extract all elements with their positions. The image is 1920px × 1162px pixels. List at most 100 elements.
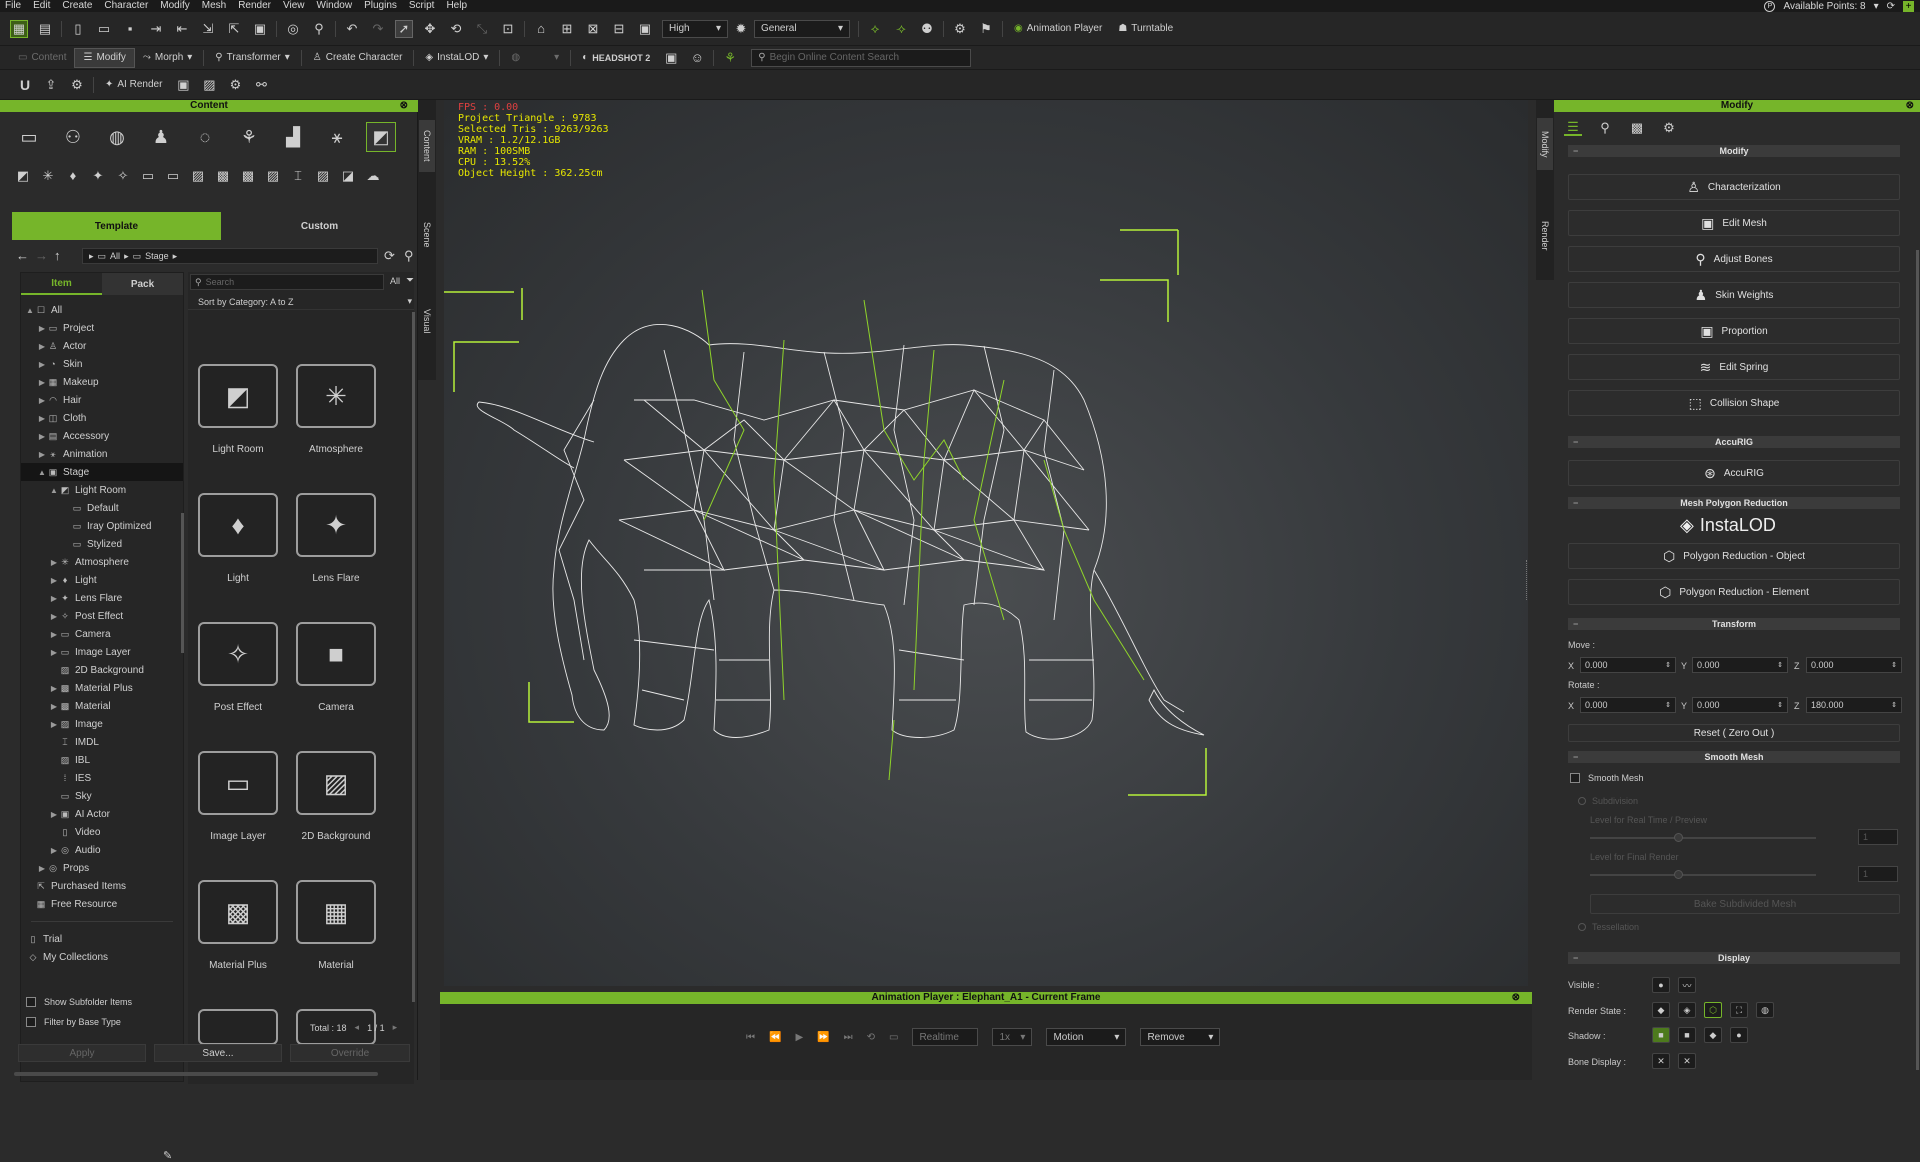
slider-handle[interactable]: [1674, 870, 1683, 879]
expand-arrow-icon[interactable]: ▶: [49, 630, 59, 639]
realtime-dropdown[interactable]: Realtime: [912, 1028, 979, 1046]
render-hidden-icon[interactable]: ◍: [1756, 1002, 1774, 1018]
side-tab-visual[interactable]: Visual: [419, 296, 435, 346]
content-tile[interactable]: ■ Camera: [296, 622, 376, 713]
import-fbx-icon[interactable]: ⇱: [225, 20, 243, 38]
bone-hide-icon[interactable]: ✕: [1678, 1053, 1696, 1069]
redo-icon[interactable]: ↷: [369, 20, 387, 38]
image-sub-icon[interactable]: ▨: [264, 166, 282, 184]
lensflare-sub-icon[interactable]: ✦: [89, 166, 107, 184]
loop-icon[interactable]: ⟲: [867, 1032, 875, 1043]
content-tile[interactable]: ◩ Light Room: [198, 364, 278, 455]
expand-arrow-icon[interactable]: ▶: [49, 810, 59, 819]
substance-button[interactable]: ◍ ▾: [503, 48, 567, 68]
first-frame-icon[interactable]: ⏮: [746, 1032, 755, 1043]
tree-item[interactable]: ▶ ▦ Makeup: [21, 373, 183, 391]
tree-item[interactable]: ▶ ▨ Image: [21, 715, 183, 733]
motion-dropdown[interactable]: Motion ▾: [1046, 1028, 1127, 1046]
menu-window[interactable]: Window: [312, 0, 360, 12]
side-tab-render[interactable]: Render: [1537, 210, 1553, 262]
animation-player-button[interactable]: ◉ Animation Player: [1006, 19, 1110, 39]
materialplus-sub-icon[interactable]: ▩: [214, 166, 232, 184]
settings-icon[interactable]: ⚙: [68, 76, 86, 94]
lightroom-sub-icon[interactable]: ◩: [14, 166, 32, 184]
expand-arrow-icon[interactable]: ▶: [37, 414, 47, 423]
expand-arrow-icon[interactable]: ▶: [49, 846, 59, 855]
menu-script[interactable]: Script: [404, 0, 442, 12]
render-smooth-icon[interactable]: ◆: [1652, 1002, 1670, 1018]
expand-arrow-icon[interactable]: ▶: [37, 864, 47, 873]
filter-base-checkbox[interactable]: [26, 1017, 36, 1027]
expand-arrow-icon[interactable]: ▶: [49, 648, 59, 657]
create-character-button[interactable]: ♙ Create Character: [305, 48, 411, 68]
export-icon[interactable]: ⇥: [147, 20, 165, 38]
hair-category-icon[interactable]: ◌: [190, 122, 220, 152]
range-icon[interactable]: ▭: [889, 1032, 898, 1043]
shadow-cast-icon[interactable]: ■: [1652, 1027, 1670, 1043]
visible-off-icon[interactable]: 〰: [1678, 977, 1696, 993]
reset-zero-button[interactable]: Reset ( Zero Out ): [1568, 724, 1900, 742]
spin-icon[interactable]: ⇕: [1777, 661, 1783, 669]
posteffect-sub-icon[interactable]: ✧: [114, 166, 132, 184]
visible-on-icon[interactable]: ●: [1652, 977, 1670, 993]
section-transform-header[interactable]: − Transform: [1568, 618, 1900, 630]
modify-tool-button[interactable]: ▣ Proportion: [1568, 318, 1900, 344]
app-logo-icon[interactable]: ▦: [10, 19, 28, 38]
filter-icon[interactable]: ⏷: [406, 275, 414, 286]
close-icon[interactable]: ⊗: [400, 100, 408, 112]
play-icon[interactable]: ▶: [795, 1032, 803, 1043]
move-z-field[interactable]: 0.000 ⇕: [1806, 657, 1902, 673]
link-icon[interactable]: ⚯: [252, 76, 270, 94]
expand-arrow-icon[interactable]: ▲: [25, 306, 35, 315]
gear-small-icon[interactable]: ⚙: [226, 76, 244, 94]
headshot-tool-icon[interactable]: ▣: [662, 49, 680, 67]
spin-icon[interactable]: ⇕: [1891, 661, 1897, 669]
tree-item[interactable]: ▶ ⚹ Animation: [21, 445, 183, 463]
actor-category-icon[interactable]: ⚇: [58, 122, 88, 152]
menu-render[interactable]: Render: [233, 0, 278, 12]
tree-item[interactable]: ▭ Stylized: [21, 535, 183, 553]
content-tile[interactable]: ▭ Image Layer: [198, 751, 278, 842]
up-arrow-icon[interactable]: ↑: [54, 248, 61, 263]
tree-item[interactable]: ⁞ IES: [21, 769, 183, 787]
apply-button[interactable]: Apply: [18, 1044, 146, 1062]
upload-icon[interactable]: ⇪: [42, 76, 60, 94]
spin-icon[interactable]: ⇕: [1777, 701, 1783, 709]
tree-item[interactable]: ▶ ♙ Actor: [21, 337, 183, 355]
modify-tool-button[interactable]: ⬚ Collision Shape: [1568, 390, 1900, 416]
expand-arrow-icon[interactable]: ▶: [49, 684, 59, 693]
content-hscrollbar[interactable]: [14, 1072, 378, 1076]
next-frame-icon[interactable]: ⏩: [817, 1032, 829, 1043]
search-icon[interactable]: ⚲: [404, 248, 414, 264]
headshot2-button[interactable]: ◐ HEADSHOT 2: [574, 48, 658, 68]
filter-all-dropdown[interactable]: All: [390, 276, 400, 286]
chevron-down-icon[interactable]: ▾: [1874, 1, 1879, 12]
side-tab-content[interactable]: Content: [419, 120, 435, 172]
tree-item[interactable]: ▦ Free Resource: [21, 895, 183, 913]
modify-tool-button[interactable]: ♟ Skin Weights: [1568, 282, 1900, 308]
fit-view-icon[interactable]: ⊞: [558, 20, 576, 38]
sky-sub-icon[interactable]: ☁: [364, 166, 382, 184]
image-gen-icon[interactable]: ▨: [200, 76, 218, 94]
animation-category-icon[interactable]: ⚹: [322, 122, 352, 152]
menu-edit[interactable]: Edit: [28, 0, 57, 12]
gizmo-icon[interactable]: ⚙: [951, 20, 969, 38]
new-file-icon[interactable]: ▯: [69, 20, 87, 38]
content-tile[interactable]: ✧ Post Effect: [198, 622, 278, 713]
bake-subdivided-button[interactable]: Bake Subdivided Mesh: [1590, 894, 1900, 914]
cloth-category-icon[interactable]: ♟: [146, 122, 176, 152]
section-display-header[interactable]: − Display: [1568, 952, 1900, 964]
refresh-icon[interactable]: ⟳: [384, 248, 395, 264]
show-subfolder-checkbox[interactable]: [26, 997, 36, 1007]
available-points[interactable]: Available Points: 8: [1783, 1, 1865, 12]
menu-view[interactable]: View: [278, 0, 312, 12]
accessory-category-icon[interactable]: ⚘: [234, 122, 264, 152]
spin-icon[interactable]: ⇕: [1665, 661, 1671, 669]
tree-item[interactable]: ▭ Sky: [21, 787, 183, 805]
tree-item[interactable]: ▶ ▭ Project: [21, 319, 183, 337]
content-mode-button[interactable]: ▭ Content: [10, 48, 74, 68]
modify-tool-button[interactable]: ≋ Edit Spring: [1568, 354, 1900, 380]
expand-arrow-icon[interactable]: ▶: [49, 594, 59, 603]
tree-item[interactable]: ▶ ◎ Props: [21, 859, 183, 877]
tab-custom[interactable]: Custom: [221, 212, 418, 240]
